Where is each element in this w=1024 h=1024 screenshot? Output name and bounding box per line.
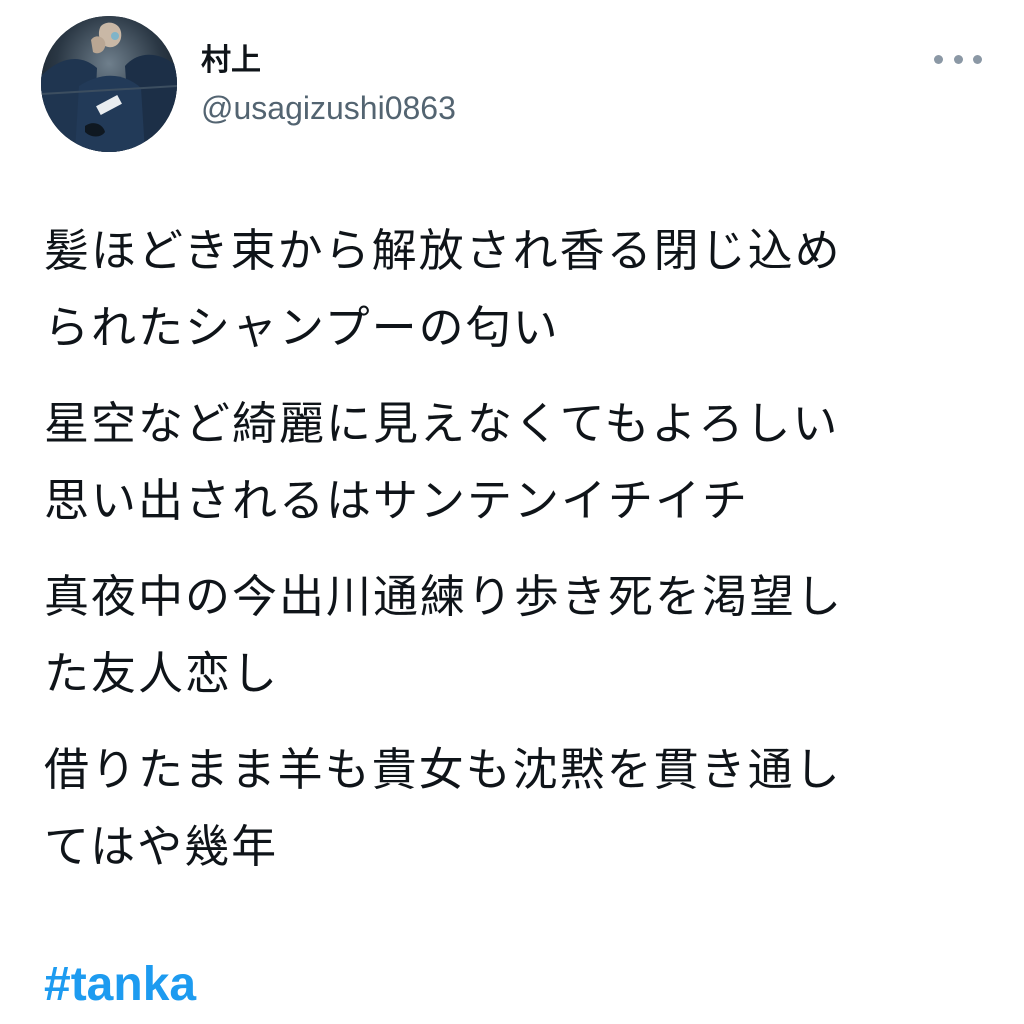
more-options-icon[interactable] — [934, 44, 982, 74]
hashtag-link[interactable]: #tanka — [44, 954, 196, 1016]
tweet-line: 真夜中の今出川通練り歩き死を渇望し — [44, 570, 844, 623]
tweet-line: 星空など綺麗に見えなくてもよろしい — [44, 397, 840, 450]
tanka-stanza: 借りたまま羊も貴女も沈黙を貫き通し てはや幾年 — [44, 731, 994, 885]
tweet-line: 借りたまま羊も貴女も沈黙を貫き通し — [44, 743, 842, 796]
tweet-line: てはや幾年 — [44, 820, 279, 873]
author-display-name[interactable]: 村上 — [201, 42, 261, 80]
tweet-text: 髪ほどき束から解放され香る閉じ込め られたシャンプーの匂い 星空など綺麗に見えな… — [44, 212, 994, 904]
tanka-stanza: 星空など綺麗に見えなくてもよろしい 思い出されるはサンテンイチイチ — [44, 385, 994, 539]
avatar[interactable] — [41, 16, 177, 152]
tweet-line: られたシャンプーの匂い — [44, 301, 560, 354]
tweet-card: 村上 @usagizushi0863 髪ほどき束から解放され香る閉じ込め られた… — [0, 0, 1024, 1024]
tweet-line: た友人恋し — [44, 647, 280, 700]
tanka-stanza: 真夜中の今出川通練り歩き死を渇望し た友人恋し — [44, 558, 994, 712]
author-handle[interactable]: @usagizushi0863 — [201, 87, 456, 129]
tweet-line: 髪ほどき束から解放され香る閉じ込め — [44, 224, 842, 277]
more-dot — [953, 54, 963, 64]
avatar-photo — [41, 16, 177, 152]
more-dot — [973, 54, 982, 64]
tanka-stanza: 髪ほどき束から解放され香る閉じ込め られたシャンプーの匂い — [44, 212, 994, 366]
tweet-line: 思い出されるはサンテンイチイチ — [44, 474, 750, 527]
more-dot — [934, 54, 943, 64]
